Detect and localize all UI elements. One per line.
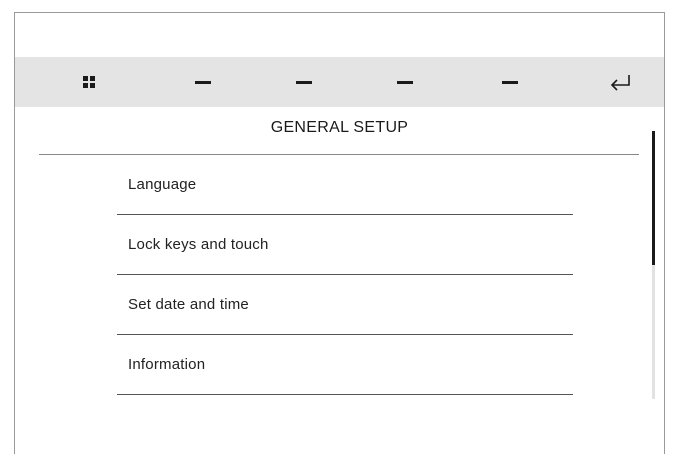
menu-grid-button[interactable]	[59, 57, 119, 107]
top-toolbar	[15, 57, 664, 107]
menu-item-set-date-and-time[interactable]: Set date and time	[117, 275, 573, 335]
page-title: GENERAL SETUP	[270, 119, 409, 136]
menu-item-label: Lock keys and touch	[128, 236, 269, 253]
dash-icon	[502, 80, 518, 84]
scrollbar-thumb[interactable]	[652, 131, 655, 265]
scrollbar-track[interactable]	[652, 131, 655, 399]
menu-item-information[interactable]: Information	[117, 335, 573, 395]
toolbar-slot-1-button[interactable]	[173, 57, 233, 107]
device-screen: GENERAL SETUP Language Lock keys and tou…	[14, 12, 665, 454]
settings-menu: Language Lock keys and touch Set date an…	[117, 155, 573, 395]
grid-icon	[83, 76, 95, 88]
menu-item-lock-keys-and-touch[interactable]: Lock keys and touch	[117, 215, 573, 275]
dash-icon	[296, 80, 312, 84]
menu-item-language[interactable]: Language	[117, 155, 573, 215]
return-arrow-icon	[610, 75, 630, 91]
toolbar-slot-2-button[interactable]	[274, 57, 334, 107]
dash-icon	[397, 80, 413, 84]
toolbar-slot-4-button[interactable]	[480, 57, 540, 107]
menu-item-label: Information	[128, 356, 206, 373]
menu-item-label: Set date and time	[128, 296, 249, 313]
back-button[interactable]	[591, 57, 651, 107]
toolbar-slot-3-button[interactable]	[375, 57, 435, 107]
menu-item-label: Language	[128, 176, 197, 193]
dash-icon	[195, 80, 211, 84]
